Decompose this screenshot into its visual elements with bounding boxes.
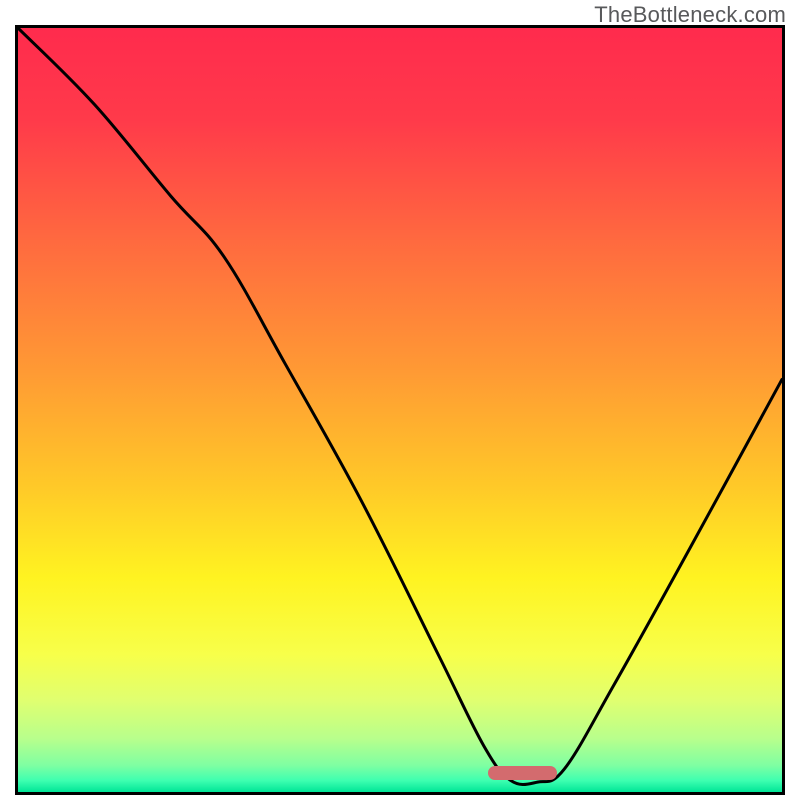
chart-frame bbox=[15, 25, 785, 795]
highlight-marker bbox=[488, 766, 557, 780]
bottleneck-curve bbox=[18, 28, 782, 792]
